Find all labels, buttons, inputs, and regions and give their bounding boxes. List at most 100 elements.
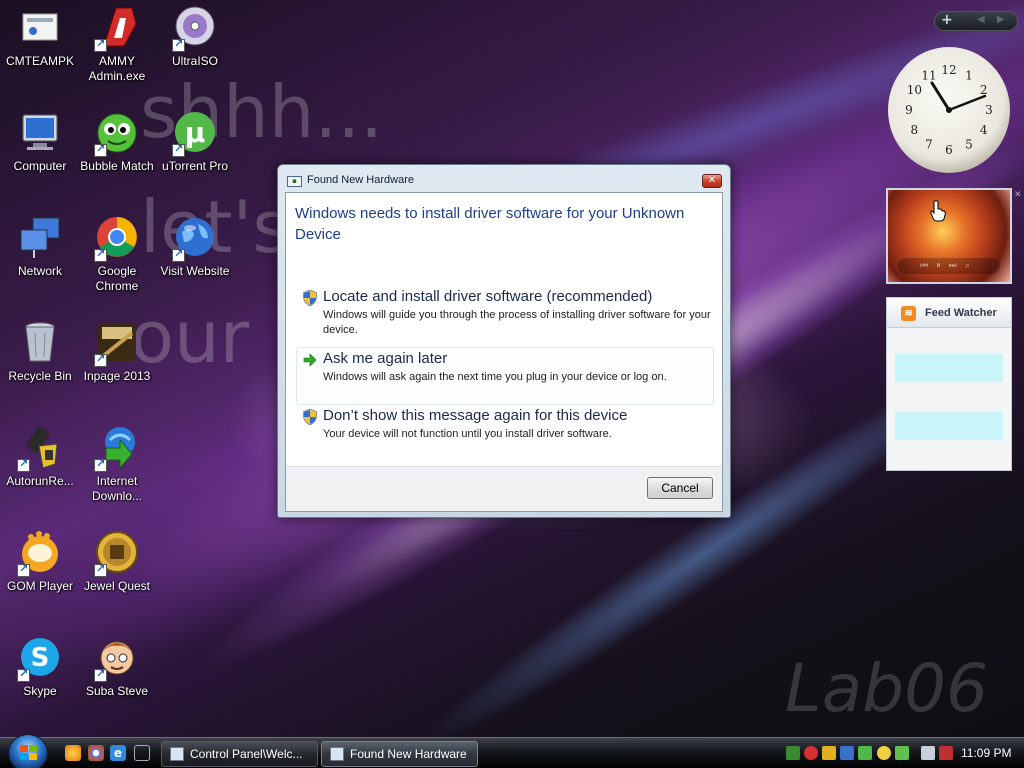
option-title: Ask me again later <box>323 350 448 367</box>
shortcut-arrow-icon <box>94 667 107 682</box>
desktop-icon-visit-website[interactable]: Visit Website <box>155 214 235 279</box>
shortcut-arrow-icon <box>94 562 107 577</box>
clock-numeral: 5 <box>965 138 973 152</box>
inpage-icon <box>94 319 140 367</box>
tray-shield-icon[interactable] <box>822 746 836 760</box>
desktop-icon-utorrent[interactable]: µ uTorrent Pro <box>155 109 235 174</box>
network-icon <box>17 214 63 260</box>
clock-gadget[interactable]: 12 1 2 3 4 5 6 7 8 9 10 11 <box>888 47 1010 173</box>
tray-app-icon[interactable] <box>840 746 854 760</box>
taskbar-button-found-new-hardware[interactable]: Found New Hardware <box>321 741 478 767</box>
rss-icon: ≋ <box>901 306 916 321</box>
volume-muted-icon[interactable] <box>939 746 953 760</box>
gom-player-icon <box>17 529 63 577</box>
feed-item[interactable] <box>895 354 1003 382</box>
desktop-icon-inpage[interactable]: Inpage 2013 <box>77 319 157 384</box>
skype-icon: S <box>17 634 63 682</box>
clock-numeral: 12 <box>941 63 956 77</box>
desktop-icon-bubble-match[interactable]: Bubble Match <box>77 109 157 174</box>
clock-face: 12 12 3 45678 9 1011 <box>905 63 993 157</box>
desktop-icon-recycle-bin[interactable]: Recycle Bin <box>0 319 80 384</box>
internet-explorer-icon[interactable]: e <box>110 745 126 761</box>
ammy-admin-icon <box>94 4 140 52</box>
hardware-icon: ▪ <box>287 176 302 187</box>
tray-network-icon[interactable] <box>786 746 800 760</box>
utorrent-icon: µ <box>172 109 218 157</box>
dialog-footer: Cancel <box>286 466 722 511</box>
dialog-title: Found New Hardware <box>307 174 414 186</box>
desktop-icon-jewel-quest[interactable]: Jewel Quest <box>77 529 157 594</box>
shortcut-arrow-icon <box>172 37 185 52</box>
desktop-icon-suba-steve[interactable]: Suba Steve <box>77 634 157 699</box>
shortcut-arrow-icon <box>172 142 185 157</box>
shortcut-arrow-icon <box>94 352 107 367</box>
tray-utorrent-icon[interactable] <box>858 746 872 760</box>
clock-numeral: 10 <box>907 83 922 97</box>
found-new-hardware-dialog: ▪ Found New Hardware ✕ Windows needs to … <box>277 164 731 518</box>
recycle-bin-icon <box>17 319 63 365</box>
autorun-icon <box>17 424 63 472</box>
clock-numeral: 8 <box>911 123 919 137</box>
cancel-button[interactable]: Cancel <box>647 477 713 499</box>
quicklaunch-icon[interactable] <box>65 745 81 761</box>
option-title: Locate and install driver software (reco… <box>323 288 653 305</box>
desktop-icon-cmteampk[interactable]: CMTEAMPK <box>0 4 80 69</box>
add-gadget-icon[interactable]: + <box>941 12 953 28</box>
option-description: Windows will guide you through the proce… <box>323 309 711 336</box>
feed-watcher-header: ≋ Feed Watcher <box>887 298 1011 328</box>
taskbar-button-control-panel[interactable]: Control Panel\Welc... <box>161 741 318 767</box>
option-description: Windows will ask again the next time you… <box>323 371 667 383</box>
shortcut-arrow-icon <box>94 247 107 262</box>
desktop-icon-gom-player[interactable]: GOM Player <box>0 529 80 594</box>
svg-text:S: S <box>31 643 50 673</box>
feed-item[interactable] <box>895 412 1003 440</box>
close-button[interactable]: ✕ <box>702 174 722 188</box>
dialog-titlebar[interactable]: ▪ Found New Hardware ✕ <box>278 165 730 191</box>
bubble-match-icon <box>94 109 140 157</box>
user-folder-icon <box>17 4 63 50</box>
shield-icon <box>303 290 317 306</box>
green-arrow-icon <box>303 353 317 367</box>
suba-steve-icon <box>94 634 140 682</box>
option-title: Don’t show this message again for this d… <box>323 407 628 424</box>
clock-numeral: 4 <box>980 123 988 137</box>
svg-text:µ: µ <box>185 116 206 149</box>
desktop-icon-computer[interactable]: Computer <box>0 109 80 174</box>
tray-smiley-icon[interactable] <box>877 746 891 760</box>
desktop-icon-skype[interactable]: S Skype <box>0 634 80 699</box>
desktop-icon-ammy-admin[interactable]: AMMY Admin.exe <box>77 4 157 84</box>
tray-display-icon[interactable] <box>921 746 935 760</box>
taskbar: e Control Panel\Welc... Found New Hardwa… <box>0 734 1024 768</box>
chrome-quicklaunch-icon[interactable] <box>88 745 104 761</box>
option-dont-show-again[interactable]: Don’t show this message again for this d… <box>296 404 714 462</box>
feed-watcher-title: Feed Watcher <box>925 307 997 319</box>
desktop-icon-google-chrome[interactable]: Google Chrome <box>77 214 157 294</box>
feed-watcher-gadget[interactable]: ≋ Feed Watcher <box>886 297 1012 471</box>
switch-windows-icon[interactable] <box>134 745 150 761</box>
shortcut-arrow-icon <box>172 247 185 262</box>
desktop-icon-autorun[interactable]: AutorunRe... <box>0 424 80 489</box>
gadget-close-icon[interactable]: ✕ <box>1014 190 1022 200</box>
start-button[interactable] <box>8 734 48 768</box>
tray-security-icon[interactable] <box>804 746 818 760</box>
option-ask-later[interactable]: Ask me again later Windows will ask agai… <box>296 347 714 405</box>
clock-time[interactable]: 11:09 PM <box>961 746 1011 760</box>
dialog-heading: Windows needs to install driver software… <box>295 205 685 243</box>
clock-numeral: 9 <box>905 103 913 117</box>
wallpaper-watermark: Lab06 <box>785 650 989 727</box>
shortcut-arrow-icon <box>17 562 30 577</box>
shortcut-arrow-icon <box>17 667 30 682</box>
clock-numeral: 6 <box>945 143 953 157</box>
shortcut-arrow-icon <box>17 457 30 472</box>
dialog-content: Windows needs to install driver software… <box>285 192 723 512</box>
jewel-quest-icon <box>94 529 140 577</box>
slideshow-gadget[interactable]: ⏮⏸⏭⌕ <box>886 188 1012 284</box>
previous-icon[interactable]: ◀ <box>977 14 985 25</box>
option-locate-install[interactable]: Locate and install driver software (reco… <box>296 285 714 343</box>
next-icon[interactable]: ▶ <box>997 14 1005 25</box>
slideshow-controls[interactable]: ⏮⏸⏭⌕ <box>898 258 1000 274</box>
desktop-icon-internet-download[interactable]: Internet Downlo... <box>77 424 157 504</box>
tray-battery-icon[interactable] <box>895 746 909 760</box>
desktop-icon-ultraiso[interactable]: UltraISO <box>155 4 235 69</box>
desktop-icon-network[interactable]: Network <box>0 214 80 279</box>
